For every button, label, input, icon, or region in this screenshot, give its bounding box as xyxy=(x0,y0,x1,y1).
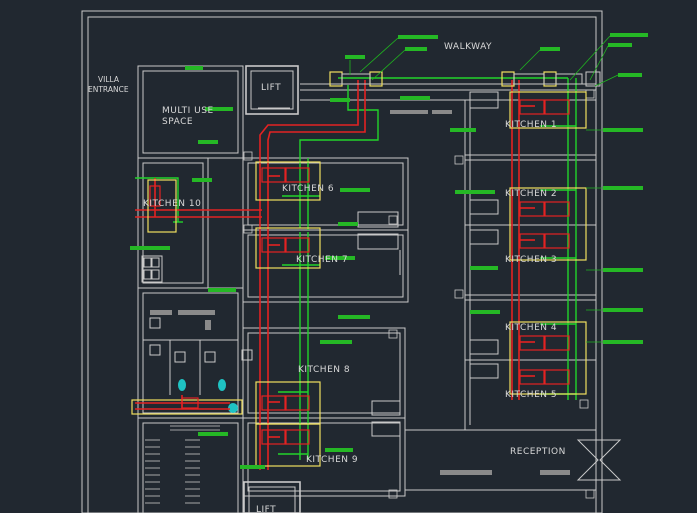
walkway-label: WALKWAY xyxy=(444,42,492,52)
reception-area xyxy=(405,429,622,491)
structural-columns xyxy=(243,89,595,499)
villa-entrance-label-line1: VILLA xyxy=(98,75,120,84)
kitchen-7-label: KITCHEN 7 xyxy=(296,255,348,265)
kitchen-r2-label: KITCHEN 2 xyxy=(505,189,557,199)
kitchen-r3-label: KITCHEN 3 xyxy=(505,255,557,265)
kitchen-10-label: KITCHEN 10 xyxy=(143,199,201,209)
kitchen-9-label: KITCHEN 9 xyxy=(306,455,358,465)
kitchen-6-label: KITCHEN 6 xyxy=(282,184,334,194)
kitchen-r4-label: KITCHEN 4 xyxy=(505,323,557,333)
multi-use-label-line2: SPACE xyxy=(162,117,193,127)
reception-label: RECEPTION xyxy=(510,447,566,457)
exhaust-ducts xyxy=(135,80,535,470)
kitchen-r1-label: KITCHEN 1 xyxy=(505,120,557,130)
villa-entrance-label-line2: ENTRANCE xyxy=(88,85,129,94)
service-bars xyxy=(150,110,452,315)
kitchen-r5-label: KITCHEN 5 xyxy=(505,390,557,400)
floor-plan-drawing: WALKWAY VILLA ENTRANCE LIFT MULTI USE SP… xyxy=(81,10,648,513)
kitchen-8-label: KITCHEN 8 xyxy=(298,365,350,375)
multi-use-label-line1: MULTI USE xyxy=(162,106,214,116)
lift-bottom-label: LIFT xyxy=(256,505,276,513)
kitchen-hoods xyxy=(131,91,587,467)
lift-top-label: LIFT xyxy=(261,83,281,93)
